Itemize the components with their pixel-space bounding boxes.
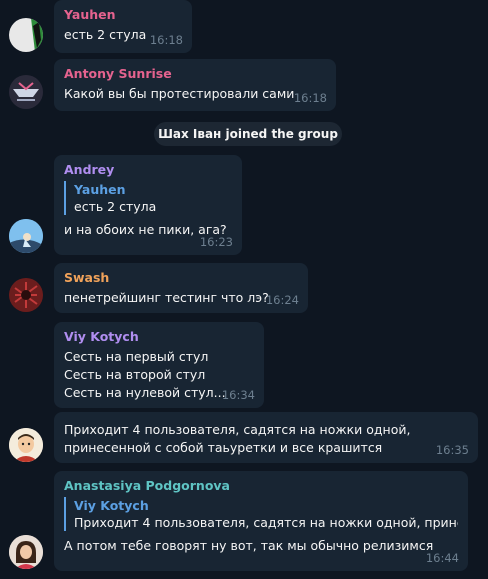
message-time: 16:35 (435, 443, 469, 457)
message-text: Приходит 4 пользователя, садятся на ножк… (64, 422, 411, 437)
message-time: 16:34 (221, 388, 255, 402)
sender-name[interactable]: Swash (64, 270, 298, 286)
sender-name[interactable]: Antony Sunrise (64, 66, 326, 82)
message-time: 16:23 (199, 235, 233, 249)
message-time: 16:18 (293, 91, 327, 105)
message-bubble[interactable]: Viy Kotych Сесть на первый стул Сесть на… (54, 322, 264, 408)
avatar-anastasiya-podgornova[interactable] (9, 535, 43, 569)
sender-name[interactable]: Andrey (64, 162, 232, 178)
avatar-viy-kotych[interactable] (9, 428, 43, 462)
message-bubble[interactable]: Antony Sunrise Какой вы бы протестировал… (54, 59, 336, 111)
sender-name[interactable]: Anastasiya Podgornova (64, 478, 458, 494)
message-text: Сесть на второй стул (64, 367, 206, 382)
service-message: Шах Іван joined the group (154, 122, 342, 146)
reply-sender: Yauhen (74, 182, 126, 197)
reply-quote[interactable]: Viy Kotych Приходит 4 пользователя, садя… (64, 497, 458, 531)
reply-quote[interactable]: Yauhen есть 2 стула (64, 181, 232, 215)
reply-text: есть 2 стула (74, 199, 157, 214)
message-text: А потом тебе говорят ну вот, так мы обыч… (64, 538, 434, 553)
message-time: 16:44 (425, 551, 459, 565)
message-bubble[interactable]: Andrey Yauhen есть 2 стула и на обоих не… (54, 155, 242, 255)
avatar-swash[interactable] (9, 278, 43, 312)
avatar-antony-sunrise[interactable] (9, 75, 43, 109)
message-time: 16:18 (149, 33, 183, 47)
message-text: принесенной с собой таьуретки и все краш… (64, 440, 383, 455)
message-bubble[interactable]: Приходит 4 пользователя, садятся на ножк… (54, 412, 478, 463)
reply-text: Приходит 4 пользователя, садятся на ножк… (74, 515, 458, 530)
sender-name[interactable]: Yauhen (64, 7, 182, 23)
message-text: Какой вы бы протестировали сами (64, 86, 295, 101)
message-time: 16:24 (265, 293, 299, 307)
message-text: пенетрейшинг тестинг что лэ? (64, 290, 269, 305)
sender-name[interactable]: Viy Kotych (64, 329, 254, 345)
message-bubble[interactable]: Anastasiya Podgornova Viy Kotych Приходи… (54, 471, 468, 571)
reply-sender: Viy Kotych (74, 498, 149, 513)
message-text: Сесть на первый стул (64, 349, 209, 364)
message-bubble[interactable]: Yauhen есть 2 стула 16:18 (54, 0, 192, 53)
message-bubble[interactable]: Swash пенетрейшинг тестинг что лэ? 16:24 (54, 263, 308, 313)
avatar-andrey[interactable] (9, 219, 43, 253)
avatar-yauhen[interactable] (9, 18, 43, 52)
